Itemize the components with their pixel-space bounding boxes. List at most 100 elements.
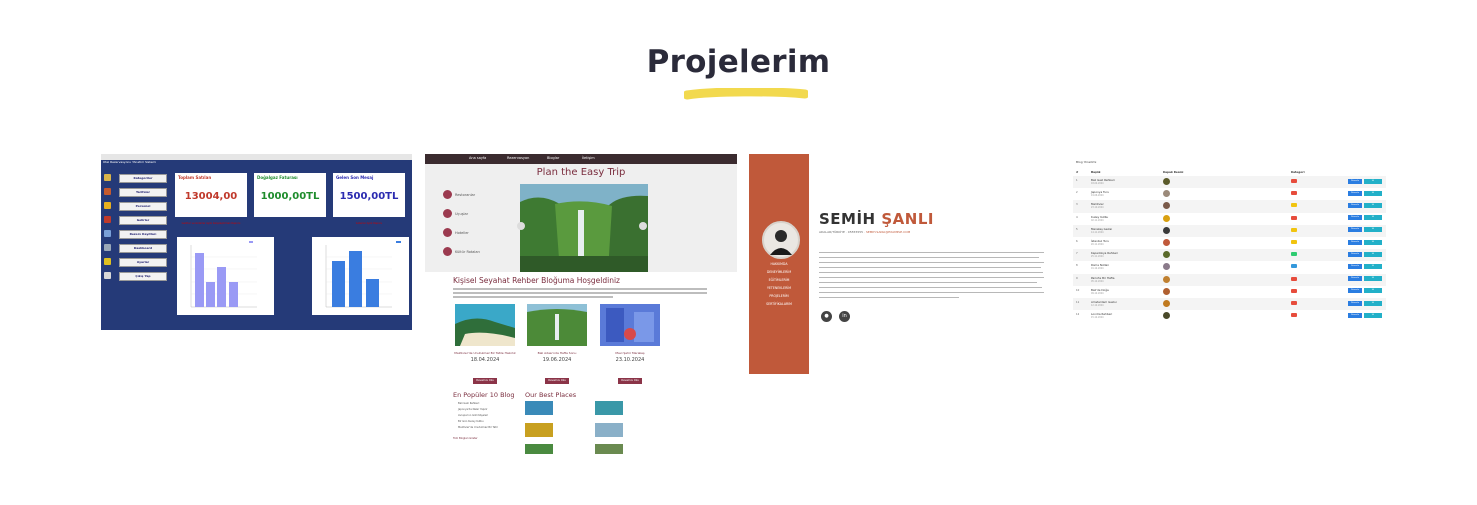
section-title: Projelerim: [646, 44, 831, 80]
cover-thumbnail: [1163, 263, 1170, 271]
site-nav: Ana sayfa Rezervasyon Bloglar İletişim: [425, 154, 737, 164]
edit-button[interactable]: Düzenle: [1348, 312, 1362, 318]
table-row: 1 Bali Gezi Rehberi 18.04.2024 Düzenle Sil: [1073, 176, 1386, 189]
hotel-icon: [443, 228, 452, 237]
delete-button[interactable]: Sil: [1364, 239, 1382, 245]
edit-button[interactable]: Düzenle: [1348, 202, 1362, 208]
admin-title: Blog Yönetimi: [1076, 160, 1097, 164]
delete-button[interactable]: Sil: [1364, 202, 1382, 208]
category-badge: [1291, 288, 1297, 293]
chart-expenses: [312, 237, 409, 315]
edit-button[interactable]: Düzenle: [1348, 300, 1362, 306]
menu-button[interactable]: Rezerv Kayıtları: [119, 230, 167, 239]
menu-button[interactable]: Kategoriler: [119, 174, 167, 183]
table-row: 12 Londra Rehberi 15.12.2024 Düzenle Sil: [1073, 310, 1386, 322]
cover-thumbnail: [1163, 214, 1170, 222]
category-badge: [1291, 240, 1297, 244]
slider-next-button[interactable]: [639, 222, 647, 230]
slider-prev-button[interactable]: [517, 222, 525, 230]
edit-button[interactable]: Düzenle: [1348, 215, 1362, 221]
menu-icon: [104, 272, 111, 279]
menu-button[interactable]: Personel: [119, 202, 167, 211]
card-message: Gelen Son Mesaj 1500,00TL: [333, 173, 405, 217]
category-badge: [1291, 191, 1297, 196]
read-more-button[interactable]: Devamını Oku: [618, 378, 642, 384]
menu-button[interactable]: Çıkış Yap: [119, 272, 167, 281]
nav-blogs[interactable]: Bloglar: [547, 156, 559, 160]
delete-button[interactable]: Sil: [1364, 300, 1382, 306]
table-row: 2 Japonya Turu 19.06.2024 Düzenle Sil: [1073, 188, 1386, 201]
table-row: 3 Maldivler 23.10.2024 Düzenle Sil: [1073, 200, 1386, 213]
category-badge: [1291, 215, 1297, 220]
edit-button[interactable]: Düzenle: [1348, 190, 1362, 196]
menu-icon: [104, 230, 111, 237]
hero-section: Plan the Easy Trip Restoranlar Uçuşlar H…: [425, 164, 737, 272]
delete-button[interactable]: Sil: [1364, 215, 1382, 221]
delete-button[interactable]: Sil: [1364, 190, 1382, 196]
card-revenue: Toplam Satılan 13004,00: [175, 173, 247, 217]
menu-icon: [104, 202, 111, 209]
post-image-beach: [455, 304, 515, 346]
menu-button[interactable]: Dashboard: [119, 244, 167, 253]
category-badge: [1291, 179, 1297, 183]
cv-name: SEMİH ŞANLI: [819, 210, 934, 228]
edit-button[interactable]: Düzenle: [1348, 276, 1362, 282]
delete-button[interactable]: Sil: [1364, 251, 1382, 257]
cv-sidebar: HAKKIMDA DENEYİMLERİM EĞİTİMLERİM YETENE…: [749, 154, 809, 374]
delete-button[interactable]: Sil: [1364, 178, 1382, 184]
nav-reservation[interactable]: Rezervasyon: [507, 156, 529, 160]
edit-button[interactable]: Düzenle: [1348, 263, 1362, 269]
table-row: 6 İstanbul Turu 20.11.2024 Düzenle Sil: [1073, 237, 1386, 250]
delete-button[interactable]: Sil: [1364, 263, 1382, 269]
best-places-heading: Our Best Places: [525, 391, 577, 399]
plane-icon: [443, 209, 452, 218]
post-image-waterfall: [527, 304, 587, 346]
table-row: 4 Kuzey Kutbu 02.11.2024 Düzenle Sil: [1073, 212, 1386, 225]
table-row: 10 Bali'de Doğa 09.12.2024 Düzenle Sil: [1073, 285, 1386, 298]
menu-icon: [104, 258, 111, 265]
delete-button[interactable]: Sil: [1364, 227, 1382, 233]
nav-home[interactable]: Ana sayfa: [469, 156, 486, 160]
popular-heading: En Popüler 10 Blog: [453, 391, 515, 399]
project-thumbnail-hotel-dashboard[interactable]: Otel Rezervasyonu Yönetim Sistemi Katego…: [101, 154, 412, 330]
read-more-button[interactable]: Devamını Oku: [545, 378, 569, 384]
table-row: 5 Marakeş Gezisi 14.11.2024 Düzenle Sil: [1073, 224, 1386, 237]
edit-button[interactable]: Düzenle: [1348, 227, 1362, 233]
project-thumbnail-blog-admin[interactable]: Blog Yönetimi # Başlık Kapak Resmi Kateg…: [1073, 154, 1386, 322]
nav-contact[interactable]: İletişim: [582, 156, 595, 160]
cover-thumbnail: [1163, 287, 1170, 295]
cover-thumbnail: [1163, 190, 1170, 198]
category-badge: [1291, 264, 1297, 269]
menu-icon: [104, 244, 111, 251]
cover-thumbnail: [1163, 226, 1170, 234]
menu-button[interactable]: Tarifeler: [119, 188, 167, 197]
menu-button[interactable]: Ayarlar: [119, 258, 167, 267]
category-badge: [1291, 313, 1297, 318]
delete-button[interactable]: Sil: [1364, 312, 1382, 318]
welcome-heading: Kişisel Seyahat Rehber Bloğuma Hoşgeldin…: [453, 276, 620, 285]
edit-button[interactable]: Düzenle: [1348, 178, 1362, 184]
delete-button[interactable]: Sil: [1364, 288, 1382, 294]
edit-button[interactable]: Düzenle: [1348, 239, 1362, 245]
card-gas: Doğalgaz Faturası 1000,00TL: [254, 173, 326, 217]
edit-button[interactable]: Düzenle: [1348, 288, 1362, 294]
map-pin-icon: [443, 247, 452, 256]
cover-thumbnail: [1163, 239, 1170, 246]
app-title: Otel Rezervasyonu Yönetim Sistemi: [103, 160, 157, 164]
linkedin-icon[interactable]: in: [839, 311, 850, 322]
project-thumbnail-cv-site[interactable]: HAKKIMDA DENEYİMLERİM EĞİTİMLERİM YETENE…: [749, 154, 1049, 374]
hero-image: [520, 184, 648, 272]
title-underline: [684, 88, 808, 100]
table-row: 7 Kapadokya Rehberi 25.11.2024 Düzenle Sil: [1073, 249, 1386, 262]
read-more-button[interactable]: Devamını Oku: [473, 378, 497, 384]
project-thumbnail-travel-blog[interactable]: Ana sayfa Rezervasyon Bloglar İletişim P…: [425, 154, 737, 454]
cover-thumbnail: [1163, 251, 1170, 259]
edit-button[interactable]: Düzenle: [1348, 251, 1362, 257]
cover-thumbnail: [1163, 178, 1170, 185]
github-icon[interactable]: ●: [821, 311, 832, 322]
cv-contact: ADALAR/TÜRKİYE · 05555555 · SEMIH.SANLI@…: [819, 230, 911, 234]
menu-icon: [104, 216, 111, 223]
delete-button[interactable]: Sil: [1364, 276, 1382, 282]
cover-thumbnail: [1163, 300, 1170, 307]
menu-button[interactable]: Gelirler: [119, 216, 167, 225]
